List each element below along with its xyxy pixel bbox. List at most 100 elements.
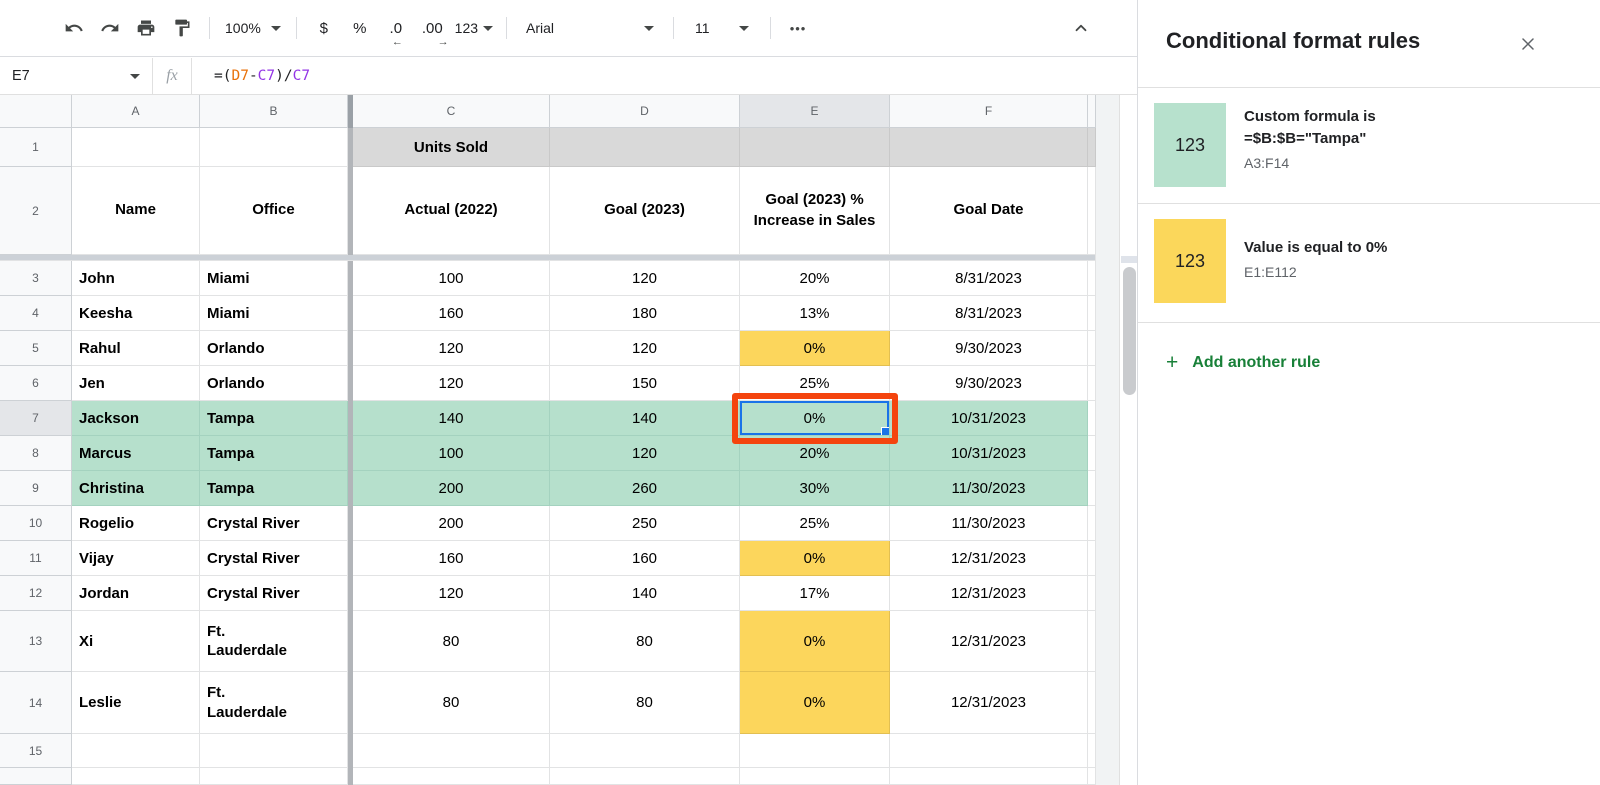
cell-B8[interactable]: Tampa: [200, 436, 348, 471]
cell-D4[interactable]: 180: [550, 296, 740, 331]
row-header-6[interactable]: 6: [0, 366, 72, 401]
cell-A2-name-header[interactable]: Name: [72, 167, 200, 255]
cell-B6[interactable]: Orlando: [200, 366, 348, 401]
row-header-8[interactable]: 8: [0, 436, 72, 471]
cell-E11[interactable]: 0%: [740, 541, 890, 576]
cell-A8[interactable]: Marcus: [72, 436, 200, 471]
cell-B7[interactable]: Tampa: [200, 401, 348, 436]
decrease-decimal-button[interactable]: .0 ←: [378, 10, 414, 46]
formula-input[interactable]: =(D7-C7)/C7: [192, 68, 1137, 84]
redo-button[interactable]: [92, 10, 128, 46]
cell-A4[interactable]: Keesha: [72, 296, 200, 331]
cell-A3[interactable]: John: [72, 261, 200, 296]
col-header-G[interactable]: [1088, 95, 1096, 128]
cell-E8[interactable]: 20%: [740, 436, 890, 471]
font-size-select[interactable]: 11: [683, 10, 761, 46]
cell-G14[interactable]: [1088, 672, 1096, 734]
cell-A6[interactable]: Jen: [72, 366, 200, 401]
cell-G12[interactable]: [1088, 576, 1096, 611]
close-panel-button[interactable]: [1516, 32, 1540, 56]
row-header-15[interactable]: 15: [0, 734, 72, 768]
cell-C16[interactable]: [353, 768, 550, 785]
cell-B12[interactable]: Crystal River: [200, 576, 348, 611]
cell-G9[interactable]: [1088, 471, 1096, 506]
col-header-F[interactable]: F: [890, 95, 1088, 128]
cell-C11[interactable]: 160: [353, 541, 550, 576]
cell-E6[interactable]: 25%: [740, 366, 890, 401]
cell-F10[interactable]: 11/30/2023: [890, 506, 1088, 541]
font-family-select[interactable]: Arial: [516, 10, 664, 46]
cell-C6[interactable]: 120: [353, 366, 550, 401]
row-header-7[interactable]: 7: [0, 401, 72, 436]
cell-F11[interactable]: 12/31/2023: [890, 541, 1088, 576]
cell-A9[interactable]: Christina: [72, 471, 200, 506]
cell-C12[interactable]: 120: [353, 576, 550, 611]
vertical-scrollbar[interactable]: [1121, 95, 1137, 785]
row-header-14[interactable]: 14: [0, 672, 72, 734]
cell-F6[interactable]: 9/30/2023: [890, 366, 1088, 401]
cell-A14[interactable]: Leslie: [72, 672, 200, 734]
cell-D6[interactable]: 150: [550, 366, 740, 401]
cell-B2-office-header[interactable]: Office: [200, 167, 348, 255]
format-rule-1[interactable]: 123 Custom formula is =$B:$B="Tampa" A3:…: [1138, 88, 1600, 203]
cell-D14[interactable]: 80: [550, 672, 740, 734]
cell-E1[interactable]: [740, 128, 890, 167]
cell-G10[interactable]: [1088, 506, 1096, 541]
cell-F5[interactable]: 9/30/2023: [890, 331, 1088, 366]
cell-F7[interactable]: 10/31/2023: [890, 401, 1088, 436]
col-header-D[interactable]: D: [550, 95, 740, 128]
cell-D16[interactable]: [550, 768, 740, 785]
cell-G8[interactable]: [1088, 436, 1096, 471]
cell-A5[interactable]: Rahul: [72, 331, 200, 366]
cell-C8[interactable]: 100: [353, 436, 550, 471]
row-header-3[interactable]: 3: [0, 261, 72, 296]
cell-C5[interactable]: 120: [353, 331, 550, 366]
cell-B1[interactable]: [200, 128, 348, 167]
cell-A15[interactable]: [72, 734, 200, 768]
cell-E7[interactable]: 0%: [740, 401, 890, 436]
col-header-E[interactable]: E: [740, 95, 890, 128]
col-header-A[interactable]: A: [72, 95, 200, 128]
cell-G15[interactable]: [1088, 734, 1096, 768]
cell-B11[interactable]: Crystal River: [200, 541, 348, 576]
cell-F13[interactable]: 12/31/2023: [890, 611, 1088, 672]
cell-E5[interactable]: 0%: [740, 331, 890, 366]
row-header-1[interactable]: 1: [0, 128, 72, 167]
cell-F16[interactable]: [890, 768, 1088, 785]
cell-G13[interactable]: [1088, 611, 1096, 672]
cell-E13[interactable]: 0%: [740, 611, 890, 672]
more-options-button[interactable]: •••: [780, 10, 816, 46]
cell-F12[interactable]: 12/31/2023: [890, 576, 1088, 611]
cell-D8[interactable]: 120: [550, 436, 740, 471]
cell-D12[interactable]: 140: [550, 576, 740, 611]
cell-D7[interactable]: 140: [550, 401, 740, 436]
cell-A16[interactable]: [72, 768, 200, 785]
cell-F4[interactable]: 8/31/2023: [890, 296, 1088, 331]
row-header-2[interactable]: 2: [0, 167, 72, 255]
select-all-corner[interactable]: [0, 95, 72, 128]
cell-F2-goal-date-header[interactable]: Goal Date: [890, 167, 1088, 255]
cell-F8[interactable]: 10/31/2023: [890, 436, 1088, 471]
cell-C1-units-sold[interactable]: Units Sold: [353, 128, 550, 167]
cell-A13[interactable]: Xi: [72, 611, 200, 672]
cell-E3[interactable]: 20%: [740, 261, 890, 296]
cell-G5[interactable]: [1088, 331, 1096, 366]
cell-G7[interactable]: [1088, 401, 1096, 436]
cell-E4[interactable]: 13%: [740, 296, 890, 331]
cell-C9[interactable]: 200: [353, 471, 550, 506]
cell-F1[interactable]: [890, 128, 1088, 167]
cell-B4[interactable]: Miami: [200, 296, 348, 331]
row-header-13[interactable]: 13: [0, 611, 72, 672]
cell-D1[interactable]: [550, 128, 740, 167]
cell-G6[interactable]: [1088, 366, 1096, 401]
cell-A7[interactable]: Jackson: [72, 401, 200, 436]
cell-G2[interactable]: [1088, 167, 1096, 255]
cell-D11[interactable]: 160: [550, 541, 740, 576]
format-rule-2[interactable]: 123 Value is equal to 0% E1:E112: [1138, 204, 1600, 319]
cell-E14[interactable]: 0%: [740, 672, 890, 734]
cell-B16[interactable]: [200, 768, 348, 785]
col-header-C[interactable]: C: [353, 95, 550, 128]
cell-D9[interactable]: 260: [550, 471, 740, 506]
cell-E15[interactable]: [740, 734, 890, 768]
cell-C7[interactable]: 140: [353, 401, 550, 436]
